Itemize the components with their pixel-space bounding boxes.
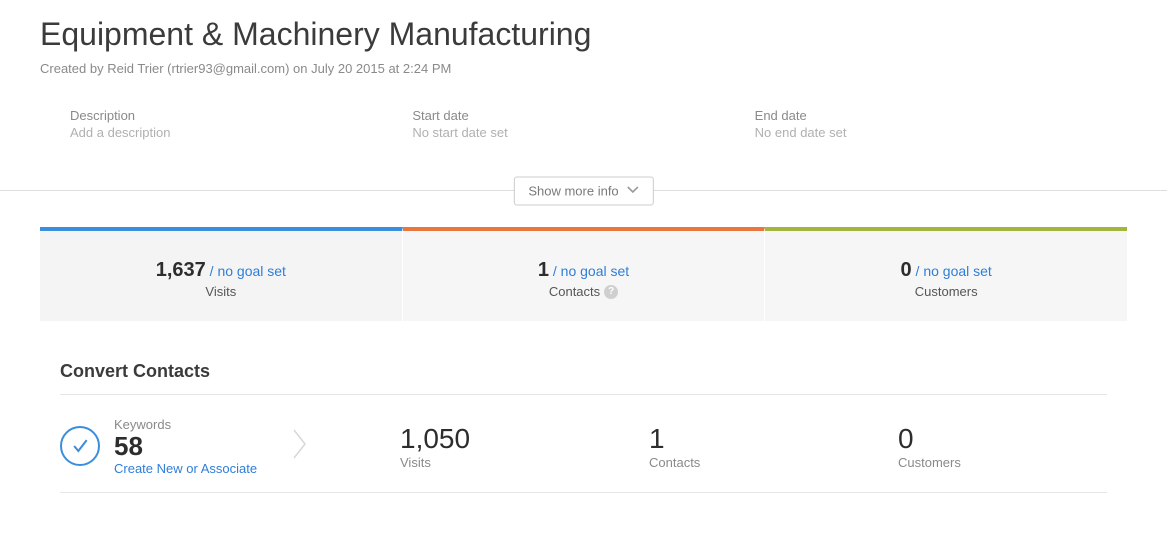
customers-goal-link[interactable]: / no goal set: [912, 263, 992, 279]
create-or-associate-link[interactable]: Create New or Associate: [114, 461, 257, 476]
description-label: Description: [70, 108, 412, 123]
visits-value: 1,637: [156, 259, 206, 281]
show-more-button[interactable]: Show more info: [513, 176, 653, 205]
stat-contacts-value: 1: [649, 423, 858, 455]
metric-tabs: 1,637 / no goal set Visits 1 / no goal s…: [40, 227, 1127, 321]
stat-contacts: 1 Contacts: [609, 423, 858, 470]
start-date-field[interactable]: Start date No start date set: [412, 108, 754, 140]
stat-visits-label: Visits: [400, 455, 609, 470]
stat-customers: 0 Customers: [858, 423, 1107, 470]
divider: Show more info: [0, 190, 1167, 191]
customers-value: 0: [901, 259, 912, 281]
keywords-label: Keywords: [114, 417, 257, 432]
description-field[interactable]: Description Add a description: [70, 108, 412, 140]
end-date-label: End date: [755, 108, 1097, 123]
check-circle-icon: [60, 426, 100, 466]
end-date-field[interactable]: End date No end date set: [755, 108, 1097, 140]
contacts-value: 1: [538, 259, 549, 281]
start-date-label: Start date: [412, 108, 754, 123]
stat-visits-value: 1,050: [400, 423, 609, 455]
keywords-row: Keywords 58 Create New or Associate 1,05…: [60, 409, 1107, 493]
keywords-value: 58: [114, 432, 257, 461]
created-by-text: Created by Reid Trier (rtrier93@gmail.co…: [40, 61, 1127, 76]
description-placeholder: Add a description: [70, 125, 412, 140]
end-date-placeholder: No end date set: [755, 125, 1097, 140]
section-divider: [60, 394, 1107, 395]
section-title: Convert Contacts: [60, 361, 1107, 382]
stat-visits: 1,050 Visits: [360, 423, 609, 470]
stat-customers-value: 0: [898, 423, 1107, 455]
help-icon[interactable]: ?: [604, 285, 618, 299]
customers-label: Customers: [915, 284, 978, 299]
contacts-label: Contacts: [549, 284, 600, 299]
tab-visits[interactable]: 1,637 / no goal set Visits: [40, 227, 403, 321]
chevron-down-icon: [627, 183, 639, 198]
stat-customers-label: Customers: [898, 455, 1107, 470]
page-title: Equipment & Machinery Manufacturing: [40, 16, 1127, 53]
contacts-goal-link[interactable]: / no goal set: [549, 263, 629, 279]
tab-contacts[interactable]: 1 / no goal set Contacts ?: [403, 227, 766, 321]
start-date-placeholder: No start date set: [412, 125, 754, 140]
tab-customers[interactable]: 0 / no goal set Customers: [765, 227, 1127, 321]
show-more-label: Show more info: [528, 183, 618, 198]
visits-label: Visits: [205, 284, 236, 299]
chevron-right-icon: [291, 426, 309, 467]
stat-contacts-label: Contacts: [649, 455, 858, 470]
visits-goal-link[interactable]: / no goal set: [206, 263, 286, 279]
